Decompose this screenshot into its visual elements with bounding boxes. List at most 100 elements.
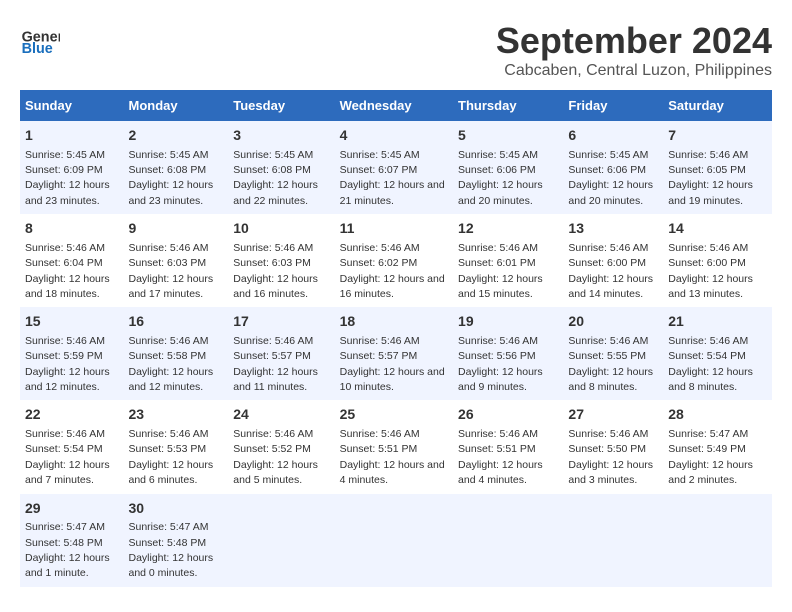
day-number: 5	[458, 126, 558, 146]
day-number: 17	[233, 312, 329, 332]
cell-info: Sunrise: 5:46 AMSunset: 5:50 PMDaylight:…	[568, 428, 653, 486]
header-day: Monday	[123, 90, 228, 121]
day-number: 30	[128, 499, 223, 519]
cell-info: Sunrise: 5:46 AMSunset: 6:00 PMDaylight:…	[668, 242, 753, 300]
calendar-table: SundayMondayTuesdayWednesdayThursdayFrid…	[20, 90, 772, 587]
cell-info: Sunrise: 5:46 AMSunset: 5:53 PMDaylight:…	[128, 428, 213, 486]
calendar-day-cell: 16 Sunrise: 5:46 AMSunset: 5:58 PMDayligh…	[123, 307, 228, 400]
header-day: Saturday	[663, 90, 772, 121]
cell-info: Sunrise: 5:46 AMSunset: 6:01 PMDaylight:…	[458, 242, 543, 300]
cell-info: Sunrise: 5:46 AMSunset: 5:58 PMDaylight:…	[128, 335, 213, 393]
header-day: Friday	[563, 90, 663, 121]
cell-info: Sunrise: 5:46 AMSunset: 5:52 PMDaylight:…	[233, 428, 318, 486]
header-day: Tuesday	[228, 90, 334, 121]
day-number: 11	[340, 219, 448, 239]
month-title: September 2024	[496, 20, 772, 62]
logo: General Blue	[20, 20, 64, 60]
calendar-week-row: 15Sunrise: 5:46 AMSunset: 5:59 PMDayligh…	[20, 307, 772, 400]
calendar-day-cell: 27 Sunrise: 5:46 AMSunset: 5:50 PMDayligh…	[563, 400, 663, 493]
cell-info: Sunrise: 5:46 AMSunset: 6:04 PMDaylight:…	[25, 242, 110, 300]
day-number: 26	[458, 405, 558, 425]
day-number: 28	[668, 405, 767, 425]
day-number: 23	[128, 405, 223, 425]
cell-info: Sunrise: 5:46 AMSunset: 5:59 PMDaylight:…	[25, 335, 110, 393]
calendar-day-cell: 28 Sunrise: 5:47 AMSunset: 5:49 PMDayligh…	[663, 400, 772, 493]
day-number: 8	[25, 219, 118, 239]
cell-info: Sunrise: 5:46 AMSunset: 6:03 PMDaylight:…	[233, 242, 318, 300]
location-title: Cabcaben, Central Luzon, Philippines	[496, 62, 772, 80]
calendar-day-cell	[563, 494, 663, 587]
day-number: 12	[458, 219, 558, 239]
day-number: 22	[25, 405, 118, 425]
calendar-day-cell: 5 Sunrise: 5:45 AMSunset: 6:06 PMDaylight…	[453, 121, 563, 214]
day-number: 16	[128, 312, 223, 332]
day-number: 18	[340, 312, 448, 332]
cell-info: Sunrise: 5:47 AMSunset: 5:49 PMDaylight:…	[668, 428, 753, 486]
calendar-day-cell	[335, 494, 453, 587]
cell-info: Sunrise: 5:45 AMSunset: 6:07 PMDaylight:…	[340, 149, 445, 207]
calendar-week-row: 29Sunrise: 5:47 AMSunset: 5:48 PMDayligh…	[20, 494, 772, 587]
cell-info: Sunrise: 5:46 AMSunset: 6:00 PMDaylight:…	[568, 242, 653, 300]
calendar-day-cell: 13 Sunrise: 5:46 AMSunset: 6:00 PMDayligh…	[563, 214, 663, 307]
day-number: 6	[568, 126, 658, 146]
cell-info: Sunrise: 5:46 AMSunset: 5:55 PMDaylight:…	[568, 335, 653, 393]
header: General Blue September 2024 Cabcaben, Ce…	[20, 20, 772, 80]
day-number: 20	[568, 312, 658, 332]
day-number: 10	[233, 219, 329, 239]
cell-info: Sunrise: 5:45 AMSunset: 6:09 PMDaylight:…	[25, 149, 110, 207]
calendar-day-cell: 22 Sunrise: 5:46 AMSunset: 5:54 PMDayligh…	[20, 400, 123, 493]
calendar-day-cell: 14 Sunrise: 5:46 AMSunset: 6:00 PMDayligh…	[663, 214, 772, 307]
day-number: 21	[668, 312, 767, 332]
day-number: 27	[568, 405, 658, 425]
calendar-day-cell: 18 Sunrise: 5:46 AMSunset: 5:57 PMDayligh…	[335, 307, 453, 400]
cell-info: Sunrise: 5:46 AMSunset: 5:51 PMDaylight:…	[340, 428, 445, 486]
calendar-day-cell: 25 Sunrise: 5:46 AMSunset: 5:51 PMDayligh…	[335, 400, 453, 493]
cell-info: Sunrise: 5:46 AMSunset: 5:57 PMDaylight:…	[340, 335, 445, 393]
day-number: 2	[128, 126, 223, 146]
calendar-day-cell: 10 Sunrise: 5:46 AMSunset: 6:03 PMDayligh…	[228, 214, 334, 307]
cell-info: Sunrise: 5:46 AMSunset: 6:02 PMDaylight:…	[340, 242, 445, 300]
calendar-day-cell: 15Sunrise: 5:46 AMSunset: 5:59 PMDayligh…	[20, 307, 123, 400]
day-number: 13	[568, 219, 658, 239]
logo-icon: General Blue	[20, 20, 60, 60]
day-number: 4	[340, 126, 448, 146]
day-number: 3	[233, 126, 329, 146]
calendar-week-row: 22 Sunrise: 5:46 AMSunset: 5:54 PMDayligh…	[20, 400, 772, 493]
calendar-day-cell	[663, 494, 772, 587]
day-number: 7	[668, 126, 767, 146]
calendar-day-cell: 8 Sunrise: 5:46 AMSunset: 6:04 PMDaylight…	[20, 214, 123, 307]
calendar-day-cell: 12 Sunrise: 5:46 AMSunset: 6:01 PMDayligh…	[453, 214, 563, 307]
day-number: 25	[340, 405, 448, 425]
calendar-day-cell: 9 Sunrise: 5:46 AMSunset: 6:03 PMDaylight…	[123, 214, 228, 307]
cell-info: Sunrise: 5:46 AMSunset: 5:54 PMDaylight:…	[25, 428, 110, 486]
calendar-day-cell: 24Sunrise: 5:46 AMSunset: 5:52 PMDayligh…	[228, 400, 334, 493]
calendar-day-cell: 26Sunrise: 5:46 AMSunset: 5:51 PMDayligh…	[453, 400, 563, 493]
calendar-day-cell: 4 Sunrise: 5:45 AMSunset: 6:07 PMDaylight…	[335, 121, 453, 214]
svg-text:Blue: Blue	[22, 41, 53, 57]
cell-info: Sunrise: 5:45 AMSunset: 6:06 PMDaylight:…	[458, 149, 543, 207]
calendar-day-cell: 2 Sunrise: 5:45 AMSunset: 6:08 PMDaylight…	[123, 121, 228, 214]
calendar-day-cell: 21 Sunrise: 5:46 AMSunset: 5:54 PMDayligh…	[663, 307, 772, 400]
day-number: 1	[25, 126, 118, 146]
cell-info: Sunrise: 5:46 AMSunset: 6:05 PMDaylight:…	[668, 149, 753, 207]
calendar-day-cell: 17 Sunrise: 5:46 AMSunset: 5:57 PMDayligh…	[228, 307, 334, 400]
calendar-day-cell: 11 Sunrise: 5:46 AMSunset: 6:02 PMDayligh…	[335, 214, 453, 307]
calendar-day-cell: 7 Sunrise: 5:46 AMSunset: 6:05 PMDaylight…	[663, 121, 772, 214]
title-area: September 2024 Cabcaben, Central Luzon, …	[496, 20, 772, 80]
calendar-day-cell: 30Sunrise: 5:47 AMSunset: 5:48 PMDayligh…	[123, 494, 228, 587]
cell-info: Sunrise: 5:46 AMSunset: 5:57 PMDaylight:…	[233, 335, 318, 393]
cell-info: Sunrise: 5:46 AMSunset: 6:03 PMDaylight:…	[128, 242, 213, 300]
calendar-day-cell	[453, 494, 563, 587]
header-row: SundayMondayTuesdayWednesdayThursdayFrid…	[20, 90, 772, 121]
calendar-day-cell: 6Sunrise: 5:45 AMSunset: 6:06 PMDaylight…	[563, 121, 663, 214]
calendar-day-cell: 3Sunrise: 5:45 AMSunset: 6:08 PMDaylight…	[228, 121, 334, 214]
day-number: 9	[128, 219, 223, 239]
day-number: 14	[668, 219, 767, 239]
header-day: Thursday	[453, 90, 563, 121]
calendar-day-cell: 29Sunrise: 5:47 AMSunset: 5:48 PMDayligh…	[20, 494, 123, 587]
calendar-week-row: 1 Sunrise: 5:45 AMSunset: 6:09 PMDaylight…	[20, 121, 772, 214]
calendar-day-cell: 20 Sunrise: 5:46 AMSunset: 5:55 PMDayligh…	[563, 307, 663, 400]
cell-info: Sunrise: 5:46 AMSunset: 5:54 PMDaylight:…	[668, 335, 753, 393]
cell-info: Sunrise: 5:45 AMSunset: 6:08 PMDaylight:…	[128, 149, 213, 207]
calendar-day-cell	[228, 494, 334, 587]
